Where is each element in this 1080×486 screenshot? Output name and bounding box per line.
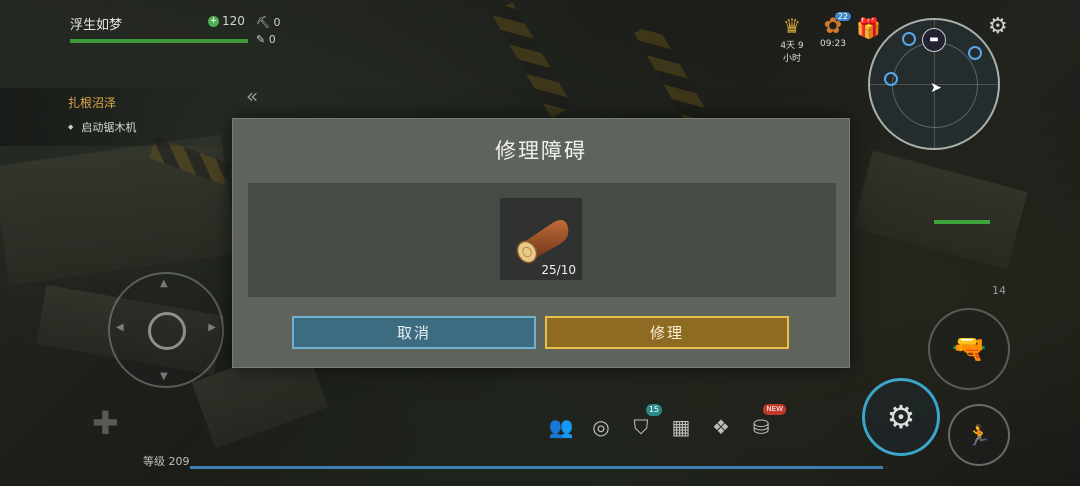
item-slot[interactable]: 25/10 <box>500 198 582 280</box>
up-arrow-icon: ▲ <box>160 278 168 289</box>
friends-icon[interactable]: 👥 <box>548 414 574 440</box>
coins-icon[interactable]: ⛁ NEW <box>748 404 786 440</box>
health-value: + 120 <box>208 14 245 28</box>
new-badge: NEW <box>763 404 786 415</box>
shield-icon[interactable]: ⛉ 15 <box>628 404 662 440</box>
player-status: 浮生如梦 + 120 <box>70 14 248 43</box>
ticket-icon: ✎ <box>256 33 266 46</box>
point-marker <box>968 46 982 60</box>
pickaxe-icon: ⛏ <box>256 16 270 29</box>
item-count: 25/10 <box>541 263 576 277</box>
quest-tracker[interactable]: 扎根沼泽 启动锯木机 <box>0 88 240 146</box>
counter-value: 0 <box>268 33 276 46</box>
interact-gears-button[interactable]: ⚙ <box>862 378 940 456</box>
hotbar-badge: 15 <box>645 404 662 416</box>
required-items-panel: 25/10 <box>248 183 836 297</box>
event-time: 09:23 <box>820 39 846 49</box>
event-button[interactable]: ✿ 22 09:23 <box>817 12 851 49</box>
resource-counters: ⛏ 0 ✎ 0 <box>256 14 280 48</box>
heal-plus-icon[interactable]: ✚ <box>92 404 119 442</box>
right-arrow-icon: ▶ <box>208 322 216 333</box>
vehicle-marker-icon: ▬ <box>922 28 946 52</box>
collapse-icon[interactable]: « <box>246 84 258 108</box>
event-badge: 22 <box>834 12 851 21</box>
sprint-icon[interactable]: 🏃 <box>948 404 1010 466</box>
crown-icon: ♛ <box>783 14 801 38</box>
counter-value: 0 <box>273 16 281 29</box>
health-number: 120 <box>222 14 245 28</box>
pistol-icon[interactable]: 🔫 <box>928 308 1010 390</box>
season-timer[interactable]: ♛ 4天 9小时 <box>776 14 808 64</box>
point-marker <box>902 32 916 46</box>
player-arrow-icon: ➤ <box>930 80 942 96</box>
xp-bar <box>190 466 890 469</box>
health-icon: + <box>208 15 219 27</box>
player-level: 等级 209 <box>143 455 190 468</box>
wood-log-icon <box>516 220 569 264</box>
left-arrow-icon: ◀ <box>116 322 124 333</box>
dialog-title: 修理障碍 <box>495 139 587 163</box>
gift-icon[interactable]: 🎁 <box>856 16 881 40</box>
season-timer-label: 4天 9小时 <box>780 41 804 64</box>
ammo-count: 14 <box>992 284 1006 297</box>
movement-joystick[interactable]: ▲ ▼ ◀ ▶ <box>108 272 224 388</box>
calendar-icon[interactable]: ▦ <box>668 414 694 440</box>
clan-emblem-icon[interactable]: ◎ <box>588 414 614 440</box>
enemy-health-bar <box>934 220 990 224</box>
repair-dialog: 修理障碍 25/10 取消 修理 <box>232 118 850 368</box>
health-bar <box>70 39 248 43</box>
enemy-health-fill <box>934 220 990 224</box>
quest-title: 扎根沼泽 <box>68 96 117 110</box>
settings-gear-icon[interactable]: ⚙ <box>988 14 1008 39</box>
xp-bar-fill <box>190 466 883 469</box>
repair-button[interactable]: 修理 <box>545 316 789 349</box>
minimap[interactable]: ▬ ➤ <box>868 18 1000 150</box>
faction-icon[interactable]: ❖ <box>708 414 734 440</box>
quest-objective: 启动锯木机 <box>68 119 136 135</box>
health-bar-fill <box>70 39 248 43</box>
cancel-button[interactable]: 取消 <box>292 316 536 349</box>
joystick-knob[interactable] <box>148 312 186 350</box>
bottom-hotbar: 👥 ◎ ⛉ 15 ▦ ❖ ⛁ NEW <box>548 404 786 440</box>
down-arrow-icon: ▼ <box>160 371 168 382</box>
point-marker <box>884 72 898 86</box>
counter-row: ✎ 0 <box>256 31 280 48</box>
counter-row: ⛏ 0 <box>256 14 280 31</box>
